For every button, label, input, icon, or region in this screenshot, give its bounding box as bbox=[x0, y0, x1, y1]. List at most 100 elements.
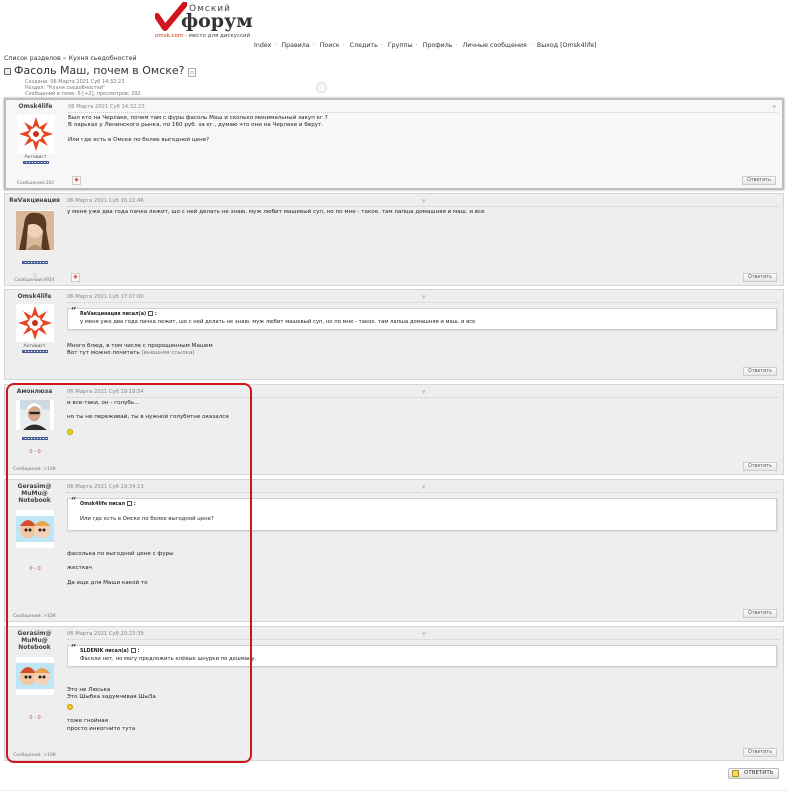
post: Omsk4life Активист Сообщений:202 06 Март… bbox=[4, 98, 784, 190]
nav-rules[interactable]: Правила bbox=[281, 42, 309, 49]
avatar[interactable] bbox=[17, 115, 55, 153]
post-author[interactable]: Omsk4life bbox=[5, 293, 64, 300]
breadcrumb: Список разделов» Кухня сьедобностей bbox=[4, 55, 137, 62]
avatar[interactable] bbox=[16, 657, 54, 695]
breadcrumb-forum-list[interactable]: Список разделов bbox=[4, 55, 61, 62]
topic-icon bbox=[4, 68, 11, 75]
avatar[interactable] bbox=[16, 400, 54, 430]
reply-button[interactable]: Ответить bbox=[743, 462, 777, 471]
post-author[interactable]: ReVакцинация bbox=[5, 197, 64, 204]
post-text: “ Omsk4life писал : Или где есть в Омске… bbox=[67, 496, 777, 587]
chevron-down-icon[interactable]: ▾ bbox=[422, 197, 426, 205]
reply-button-bottom[interactable]: ОТВЕТИТЬ bbox=[728, 768, 779, 779]
post-body: 06 Марта 2021 Суб 14:32:23 ▾ Был кто на … bbox=[68, 100, 778, 188]
rank-stars bbox=[22, 350, 48, 353]
post: ReVакцинация ☺ Сообщений:4924 06 Марта 2… bbox=[4, 193, 784, 286]
nav-profile[interactable]: Профиль bbox=[423, 42, 453, 49]
reputation-icon[interactable]: ◉ bbox=[71, 273, 80, 282]
post-author-panel: Omsk4life Активист bbox=[5, 290, 64, 379]
chevron-down-icon[interactable]: ▾ bbox=[422, 293, 426, 301]
logo-tagline-text: - место для дискуссий bbox=[185, 33, 251, 39]
post-body: 06 Марта 2021 Суб 20:23:39 ▾ “ SLDENIK п… bbox=[67, 627, 779, 760]
user-rank: Активист bbox=[24, 155, 47, 160]
avatar[interactable] bbox=[16, 304, 54, 342]
post-body: 06 Марта 2021 Суб 19:34:13 ▾ “ Omsk4life… bbox=[67, 480, 779, 621]
post-line: но ты не переживай, ты в нужной голубятн… bbox=[67, 414, 229, 421]
quote-text: у меня уже два года пачка лежит, шо с не… bbox=[80, 319, 476, 325]
reply-button[interactable]: Ответить bbox=[743, 609, 777, 618]
reply-button[interactable]: Ответить bbox=[743, 273, 777, 282]
avatar[interactable] bbox=[16, 510, 54, 548]
post-author[interactable]: Omsk4life bbox=[6, 103, 65, 110]
chevron-down-icon[interactable]: ▾ bbox=[772, 103, 776, 111]
post-line: жесткач bbox=[67, 565, 92, 572]
quote-link-icon[interactable] bbox=[130, 648, 136, 653]
post-date: 06 Марта 2021 Суб 19:19:54 bbox=[67, 389, 144, 395]
online-status: 0 - 0 bbox=[29, 449, 41, 455]
post-author-panel: ReVакцинация ☺ Сообщений:4924 bbox=[5, 194, 64, 285]
post-line: Это не Люська bbox=[67, 687, 111, 693]
quote-text: Фасоли нет, но могу предложить клёвые шн… bbox=[80, 656, 257, 662]
site-logo[interactable]: Омский форум omsk.com - место для дискус… bbox=[155, 2, 255, 40]
post-line: у меня уже два года пачка лежит, шо с не… bbox=[67, 209, 485, 215]
rank-stars bbox=[22, 437, 48, 440]
quote-link-icon[interactable] bbox=[148, 311, 154, 316]
quote-block: “ SLDENIK писал(а) : Фасоли нет, но могу… bbox=[67, 645, 777, 667]
post-date: 06 Марта 2021 Суб 17:07:00 bbox=[67, 294, 144, 300]
chevron-down-icon[interactable]: ▾ bbox=[422, 630, 426, 638]
smiley-icon bbox=[67, 428, 73, 435]
external-link[interactable]: [внешняя ссылка] bbox=[141, 350, 194, 356]
topic-stats: Сообщений в теме: 6 [+2], просмотров: 29… bbox=[25, 91, 141, 97]
nav-private-messages[interactable]: Личные сообщения bbox=[462, 42, 526, 49]
message-count: Сообщений: >10К bbox=[13, 614, 56, 619]
nav-groups[interactable]: Группы bbox=[388, 42, 413, 49]
message-count: Сообщений: >10К bbox=[13, 753, 56, 758]
reputation-icon[interactable]: ◉ bbox=[72, 176, 81, 185]
post-text: у меня уже два года пачка лежит, шо с не… bbox=[67, 209, 771, 216]
logo-site: omsk.com bbox=[155, 33, 184, 39]
reply-button[interactable]: Ответить bbox=[743, 367, 777, 376]
post-author[interactable]: Gerasim@ MuMu@ Notebook bbox=[5, 630, 64, 651]
post: Omsk4life Активист 06 Марта 2021 Суб 17:… bbox=[4, 289, 784, 380]
logo-tagline: omsk.com - место для дискуссий bbox=[155, 33, 250, 39]
post-author[interactable]: Амонлюза bbox=[5, 388, 64, 395]
post-line: Много блюд, в том числе с пророщенным Ма… bbox=[67, 343, 213, 349]
quote-text: Или где есть в Омске по более выгодной ц… bbox=[80, 516, 214, 522]
nav-search[interactable]: Поиск bbox=[320, 42, 340, 49]
post-line: Или где есть в Омске по более выгодной ц… bbox=[68, 136, 210, 143]
post: Амонлюза 0 - 0 Сообщений: >10К 06 Марта … bbox=[4, 384, 784, 475]
nav-watch[interactable]: Следить bbox=[350, 42, 378, 49]
page-title: Фасоль Маш, почем в Омске? ▫ bbox=[14, 64, 197, 77]
breadcrumb-section[interactable]: Кухня сьедобностей bbox=[69, 55, 137, 62]
post: Gerasim@ MuMu@ Notebook 0 - 0 Сообщений:… bbox=[4, 479, 784, 622]
nav-index[interactable]: Index bbox=[254, 42, 271, 49]
post-author-panel: Амонлюза 0 - 0 Сообщений: >10К bbox=[5, 385, 64, 474]
post: Gerasim@ MuMu@ Notebook 0 - 0 Сообщений:… bbox=[4, 626, 784, 761]
post-body: 06 Марта 2021 Суб 17:07:00 ▾ “ ReVакцина… bbox=[67, 290, 779, 379]
topic-link-icon[interactable]: ▫ bbox=[188, 68, 197, 77]
top-navigation: Index · Правила · Поиск · Следить · Группы · … bbox=[254, 42, 597, 49]
post-author-panel: Omsk4life Активист Сообщений:202 bbox=[6, 100, 65, 188]
online-status: 0 - 0 bbox=[29, 715, 41, 721]
avatar[interactable] bbox=[16, 210, 54, 250]
chevron-down-icon[interactable]: ▾ bbox=[422, 483, 426, 491]
post-author-panel: Gerasim@ MuMu@ Notebook 0 - 0 Сообщений:… bbox=[5, 627, 64, 760]
quote-author: Omsk4life писал : bbox=[80, 501, 136, 507]
chevron-down-icon[interactable]: ▾ bbox=[422, 388, 426, 396]
post-text: и все-таки, он - голубь... но ты не пере… bbox=[67, 400, 771, 438]
quote-author: ReVакцинация писал(а) : bbox=[80, 311, 157, 317]
rank-stars bbox=[23, 161, 49, 164]
post-date: 06 Марта 2021 Суб 19:34:13 bbox=[67, 484, 144, 490]
quote-block: “ Omsk4life писал : Или где есть в Омске… bbox=[67, 498, 777, 531]
post-date: 06 Марта 2021 Суб 14:32:23 bbox=[68, 104, 145, 110]
message-count: Сообщений:202 bbox=[16, 181, 55, 186]
reply-button[interactable]: Ответить bbox=[743, 748, 777, 757]
post-author[interactable]: Gerasim@ MuMu@ Notebook bbox=[5, 483, 64, 504]
post-line: Вот тут можно почитать bbox=[67, 350, 140, 357]
nav-logout[interactable]: Выход [Omsk4life] bbox=[537, 42, 597, 49]
quote-link-icon[interactable] bbox=[127, 501, 133, 506]
reply-button[interactable]: Ответить bbox=[742, 176, 776, 185]
post-author-panel: Gerasim@ MuMu@ Notebook 0 - 0 Сообщений:… bbox=[5, 480, 64, 621]
post-text: Был кто на Черлаке, почем там с фуры фас… bbox=[68, 115, 770, 144]
post-line: Да еще для Маши какой то bbox=[67, 579, 148, 586]
